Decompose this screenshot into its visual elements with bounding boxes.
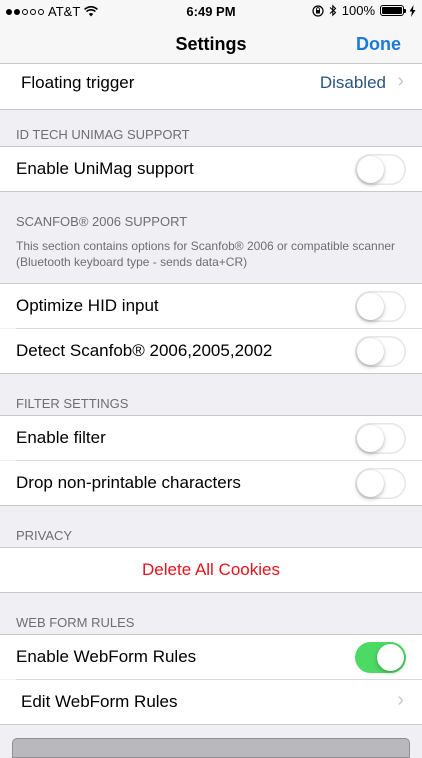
- detect-scanfob-row: Detect Scanfob® 2006,2005,2002: [0, 329, 422, 373]
- orientation-lock-icon: [312, 4, 324, 17]
- enable-filter-toggle[interactable]: [355, 423, 406, 454]
- chevron-right-icon: ›: [397, 70, 404, 92]
- signal-strength-icon: [6, 8, 44, 15]
- wifi-icon: [84, 6, 99, 17]
- delete-all-cookies-button[interactable]: Delete All Cookies: [0, 560, 422, 580]
- floating-trigger-value: Disabled: [319, 73, 386, 92]
- divider: [0, 592, 422, 593]
- optimize-hid-toggle[interactable]: [355, 291, 406, 322]
- battery-icon: [380, 5, 406, 16]
- enable-webform-label: Enable WebForm Rules: [16, 647, 197, 666]
- detect-scanfob-toggle[interactable]: [355, 336, 406, 367]
- section-header-privacy: PRIVACY: [16, 528, 73, 543]
- charging-icon: [409, 4, 416, 17]
- divider: [0, 505, 422, 506]
- drop-nonprintable-label: Drop non-printable characters: [16, 473, 241, 492]
- drop-nonprintable-row: Drop non-printable characters: [0, 461, 422, 505]
- unimag-toggle[interactable]: [355, 154, 406, 185]
- divider: [0, 724, 422, 725]
- floating-trigger-label: Floating trigger: [21, 73, 135, 92]
- done-button[interactable]: Done: [356, 34, 401, 55]
- carrier-label: AT&T: [48, 4, 81, 19]
- divider: [0, 373, 422, 374]
- status-left: AT&T: [6, 4, 99, 19]
- chevron-right-icon: ›: [397, 689, 404, 711]
- edit-webform-label: Edit WebForm Rules: [21, 692, 178, 711]
- optimize-hid-label: Optimize HID input: [16, 296, 159, 315]
- bluetooth-icon: [329, 4, 337, 17]
- unimag-row: Enable UniMag support: [0, 147, 422, 191]
- scanfob-description: This section contains options for Scanfo…: [16, 239, 396, 269]
- enable-filter-label: Enable filter: [16, 428, 106, 447]
- status-right: 100%: [312, 3, 416, 18]
- edit-webform-row[interactable]: Edit WebForm Rules ›: [0, 680, 422, 724]
- status-bar: AT&T 6:49 PM 100%: [0, 0, 422, 24]
- unimag-label: Enable UniMag support: [16, 159, 194, 178]
- section-header-unimag: ID TECH UNIMAG SUPPORT: [16, 127, 190, 142]
- optimize-hid-row: Optimize HID input: [0, 284, 422, 328]
- detect-scanfob-label: Detect Scanfob® 2006,2005,2002: [16, 341, 273, 360]
- delete-cookies-row: Delete All Cookies: [0, 548, 422, 592]
- drop-nonprintable-toggle[interactable]: [355, 468, 406, 499]
- section-header-scanfob: SCANFOB® 2006 SUPPORT: [16, 214, 188, 229]
- enable-webform-row: Enable WebForm Rules: [0, 635, 422, 679]
- enable-filter-row: Enable filter: [0, 416, 422, 460]
- bottom-toolbar: [12, 738, 410, 758]
- divider: [0, 191, 422, 192]
- section-header-webform: WEB FORM RULES: [16, 615, 135, 630]
- floating-trigger-row[interactable]: Floating trigger Disabled ›: [0, 64, 422, 109]
- divider: [0, 109, 422, 110]
- battery-percent: 100%: [341, 3, 375, 18]
- section-header-filter: FILTER SETTINGS: [16, 396, 129, 411]
- navigation-bar: Settings Done: [0, 24, 422, 64]
- enable-webform-toggle[interactable]: [355, 642, 406, 673]
